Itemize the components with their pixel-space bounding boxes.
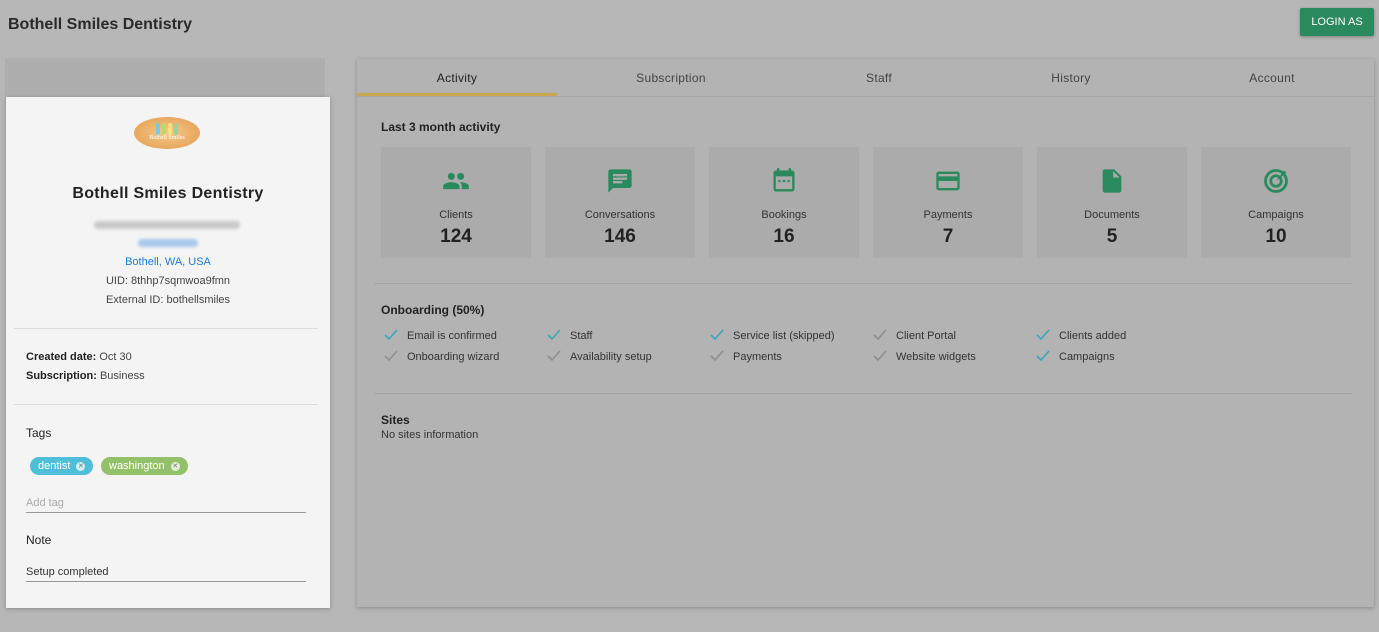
checkmark-icon [547,350,561,362]
tab-activity[interactable]: Activity [357,59,557,97]
stat-label: Payments [923,209,973,221]
checkmark-icon [547,329,561,341]
add-tag-input[interactable] [26,493,306,513]
uid-text: UID: 8thhp7sqmwoa9fmn [105,275,231,287]
tag-chip[interactable]: dentist ✕ [30,457,94,475]
external-id-text: External ID: bothellsmiles [105,294,231,306]
stat-card-campaigns: Campaigns 10 [1201,147,1351,258]
onboarding-title: Onboarding (50%) [381,303,485,317]
onboarding-item-label: Onboarding wizard [407,351,500,363]
divider [14,328,318,329]
main-panel: Activity Subscription Staff History Acco… [357,59,1374,607]
login-as-button[interactable]: LOGIN AS [1300,8,1374,36]
onboarding-item-label: Email is confirmed [407,330,497,342]
checkmark-icon [873,350,887,362]
sites-empty-text: No sites information [381,429,479,441]
stat-label: Documents [1084,209,1140,221]
onboarding-item-label: Availability setup [570,351,652,363]
subscription-info: Subscription: Business [26,370,145,382]
stat-label: Campaigns [1248,209,1304,221]
people-icon [443,172,469,190]
activity-title: Last 3 month activity [381,120,501,134]
section-divider [374,393,1352,394]
stat-value: 16 [773,226,795,247]
onboarding-item-label: Clients added [1059,330,1127,342]
onboarding-item-label: Staff [570,330,593,342]
target-icon [1264,169,1288,193]
tab-subscription[interactable]: Subscription [571,59,771,97]
tag-chip[interactable]: washington ✕ [101,457,188,475]
chat-icon [608,169,632,193]
active-tab-indicator [357,93,557,96]
note-title: Note [26,533,52,547]
created-date: Created date: Oct 30 [26,351,132,363]
tab-staff[interactable]: Staff [779,59,979,97]
redacted-phone[interactable] [138,239,198,247]
onboarding-item-label: Website widgets [896,351,976,363]
onboarding-item-label: Client Portal [896,330,956,342]
checkmark-icon [873,329,887,341]
divider [14,404,318,405]
location-link[interactable]: Bothell, WA, USA [6,256,330,268]
checkmark-icon [710,350,724,362]
stat-card-clients: Clients 124 [381,147,531,258]
checkmark-icon [384,350,398,362]
remove-tag-icon[interactable]: ✕ [76,462,86,471]
sites-title: Sites [381,413,410,427]
section-divider [374,283,1352,284]
top-bar: Bothell Smiles Dentistry LOGIN AS [0,0,1379,50]
checkmark-icon [1036,350,1050,362]
tags-title: Tags [26,426,52,440]
remove-tag-icon[interactable]: ✕ [170,462,180,471]
tab-history[interactable]: History [971,59,1171,97]
note-input[interactable] [26,562,306,582]
onboarding-item-label: Payments [733,351,782,363]
stat-card-conversations: Conversations 146 [545,147,695,258]
stat-card-bookings: Bookings 16 [709,147,859,258]
stat-label: Bookings [761,209,807,221]
profile-card-header-bg [5,58,325,98]
checkmark-icon [384,329,398,341]
tab-account[interactable]: Account [1172,59,1372,97]
checkmark-icon [1036,329,1050,341]
profile-card: Bothell Smiles Bothell Smiles Dentistry … [6,97,330,608]
page-title: Bothell Smiles Dentistry [8,16,193,33]
stat-value: 7 [942,226,954,247]
stat-value: 124 [440,226,472,247]
stat-value: 5 [1106,226,1118,247]
credit-card-icon [936,171,960,191]
document-icon [1102,169,1122,193]
onboarding-item-label: Campaigns [1059,351,1115,363]
stat-card-documents: Documents 5 [1037,147,1187,258]
stat-label: Conversations [584,209,656,221]
checkmark-icon [710,329,724,341]
business-name: Bothell Smiles Dentistry [72,185,264,202]
redacted-email [94,221,240,229]
business-logo: Bothell Smiles [134,117,200,149]
stat-value: 146 [604,226,636,247]
onboarding-item-label: Service list (skipped) [733,330,835,342]
tab-bar: Activity Subscription Staff History Acco… [357,59,1374,97]
stat-card-payments: Payments 7 [873,147,1023,258]
calendar-icon [773,168,795,192]
stat-label: Clients [439,209,473,221]
stat-value: 10 [1265,226,1287,247]
